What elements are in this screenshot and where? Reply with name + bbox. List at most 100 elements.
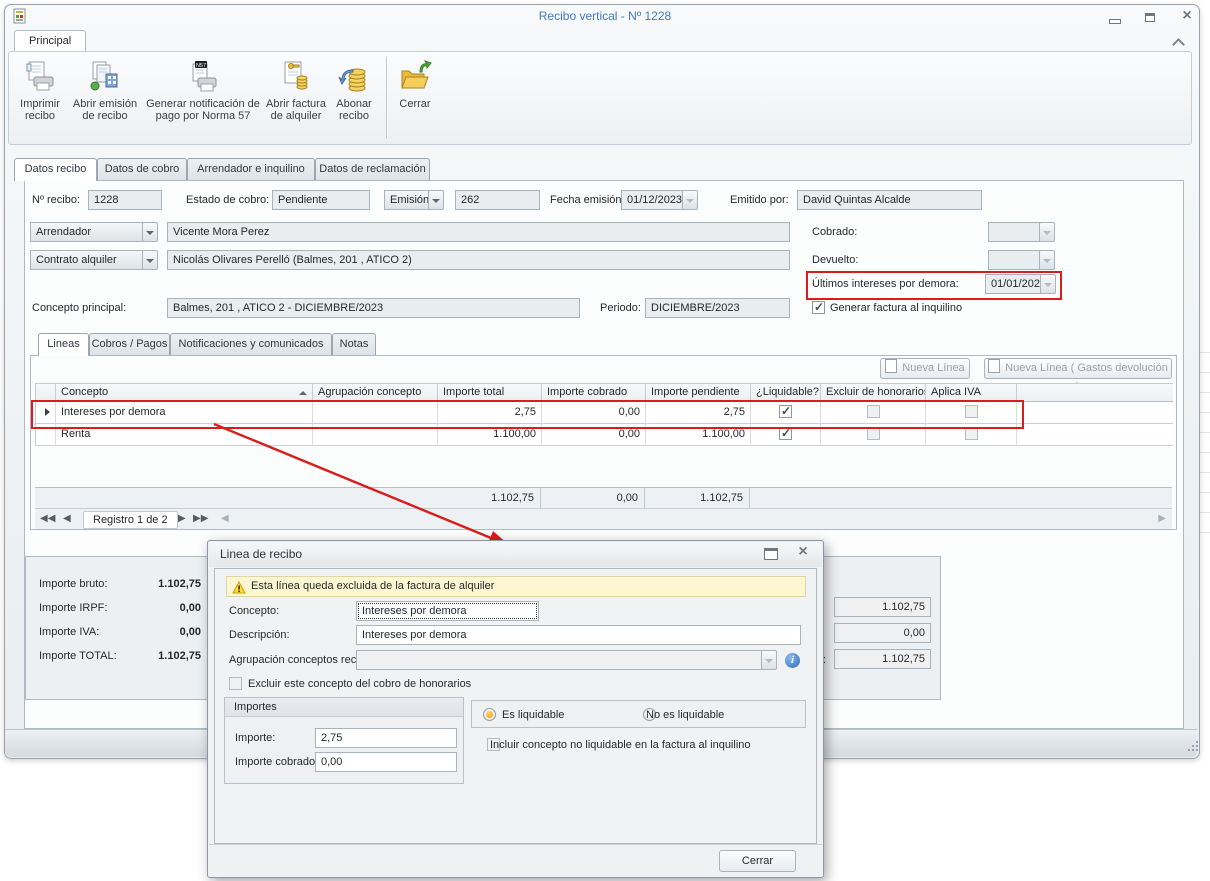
arrendador-field[interactable]: Vicente Mora Perez xyxy=(167,222,790,242)
estado-cobro-field[interactable]: Pendiente xyxy=(272,190,370,210)
cell-agrupacion[interactable] xyxy=(313,402,438,424)
dlg-descripcion-field[interactable]: Intereses por demora xyxy=(356,625,801,645)
header-cell-liquidable[interactable]: ¿Liquidable? xyxy=(751,383,821,402)
close-button[interactable] xyxy=(1176,8,1198,24)
ultimos-intereses-arrow[interactable] xyxy=(1040,274,1056,294)
liquidable-checkbox[interactable] xyxy=(779,427,792,440)
dialog-cerrar-button[interactable]: Cerrar xyxy=(719,850,796,872)
cobrado-arrow[interactable] xyxy=(1039,222,1055,242)
header-cell-excluir-honorarios[interactable]: Excluir de honorarios xyxy=(821,383,926,402)
aplica-iva-checkbox[interactable] xyxy=(965,427,978,440)
cell-importe-pendiente[interactable]: 2,75 xyxy=(646,402,751,424)
info-icon[interactable]: i xyxy=(785,653,800,668)
header-cell-aplica-iva[interactable]: Aplica IVA xyxy=(926,383,1017,402)
arrendador-combo-arrow[interactable] xyxy=(142,222,158,242)
contrato-field[interactable]: Nicolás Olivares Perelló (Balmes, 201 , … xyxy=(167,250,790,270)
dlg-agrupacion-arrow[interactable] xyxy=(761,650,777,670)
tab-datos-recibo[interactable]: Datos recibo xyxy=(14,158,97,181)
tab-notificaciones[interactable]: Notificaciones y comunicados xyxy=(170,333,332,355)
concepto-principal-field[interactable]: Balmes, 201 , ATICO 2 - DICIEMBRE/2023 xyxy=(167,298,580,318)
restore-button[interactable] xyxy=(1140,10,1162,26)
aplica-iva-checkbox[interactable] xyxy=(965,405,978,418)
header-label: Importe total xyxy=(443,384,504,401)
tab-lineas[interactable]: Lineas xyxy=(38,333,89,356)
grid-row-intereses[interactable]: Intereses por demora 2,75 0,00 2,75 xyxy=(35,402,1173,424)
ribbon-button-label: Cerrar xyxy=(393,98,437,110)
ribbon-button-label: Generar notificación de pago por Norma 5… xyxy=(145,98,261,122)
resize-grip[interactable] xyxy=(1188,749,1190,751)
scroll-right-icon[interactable]: ▶ xyxy=(1158,509,1166,529)
ribbon-button-abrir-factura[interactable]: Abrir factura de alquiler xyxy=(263,58,329,138)
header-cell-importe-total[interactable]: Importe total xyxy=(438,383,542,402)
contrato-combo-arrow[interactable] xyxy=(142,250,158,270)
emitido-por-field[interactable]: David Quintas Alcalde xyxy=(797,190,982,210)
liquidable-checkbox[interactable] xyxy=(779,405,792,418)
tab-notas[interactable]: Notas xyxy=(332,333,376,355)
importe-total-label: Importe TOTAL: xyxy=(39,646,117,666)
restore-icon xyxy=(1145,13,1155,22)
devuelto-field[interactable] xyxy=(988,250,1040,270)
nueva-linea-button[interactable]: Nueva Línea xyxy=(880,358,970,379)
fecha-emision-arrow[interactable] xyxy=(682,190,698,210)
dlg-agrupacion-combo[interactable] xyxy=(356,650,762,670)
cell-importe-total[interactable]: 2,75 xyxy=(438,402,542,424)
arrendador-combo[interactable]: Arrendador xyxy=(30,222,143,242)
dialog-titlebar[interactable]: Linea de recibo xyxy=(209,542,822,567)
excluir-honorarios-checkbox[interactable] xyxy=(867,427,880,440)
num-recibo-field[interactable]: 1228 xyxy=(88,190,162,210)
emision-numero-field[interactable]: 262 xyxy=(455,190,540,210)
es-liquidable-radio[interactable] xyxy=(483,708,496,721)
header-cell-importe-pendiente[interactable]: Importe pendiente xyxy=(646,383,751,402)
ribbon-button-imprimir-recibo[interactable]: Imprimir recibo xyxy=(17,58,63,138)
nav-first-icon[interactable]: ◀◀ xyxy=(40,509,55,529)
dlg-importe-field[interactable]: 2,75 xyxy=(315,728,457,748)
ultimos-intereses-field[interactable]: 01/01/2024 xyxy=(985,274,1041,294)
dialog-separator xyxy=(209,844,822,845)
tab-datos-reclamacion[interactable]: Datos de reclamación xyxy=(315,158,430,180)
nueva-linea-gastos-button[interactable]: Nueva Línea ( Gastos devolución ) xyxy=(984,358,1172,379)
tab-arrendador-inquilino[interactable]: Arrendador e inquilino xyxy=(187,158,315,180)
cell-concepto[interactable]: Intereses por demora xyxy=(56,402,313,424)
cell-importe-cobrado[interactable]: 0,00 xyxy=(542,424,646,446)
ribbon-button-abonar-recibo[interactable]: Abonar recibo xyxy=(331,58,377,138)
ribbon-button-cerrar[interactable]: Cerrar xyxy=(393,58,437,138)
tab-datos-de-cobro[interactable]: Datos de cobro xyxy=(97,158,187,180)
nav-prev-icon[interactable]: ◀ xyxy=(63,509,71,529)
fecha-emision-field[interactable]: 01/12/2023 xyxy=(621,190,683,210)
header-label: Importe cobrado xyxy=(547,384,627,401)
dlg-agrupacion-label: Agrupación conceptos recibo: xyxy=(229,650,374,670)
emision-combo[interactable]: Emisión xyxy=(384,190,429,210)
ribbon-tab-principal[interactable]: Principal xyxy=(14,30,86,53)
scroll-left-icon[interactable]: ◀ xyxy=(221,509,229,529)
contrato-combo[interactable]: Contrato alquiler xyxy=(30,250,143,270)
dlg-importe-cobrado-field[interactable]: 0,00 xyxy=(315,752,457,772)
cell-importe-total[interactable]: 1.100,00 xyxy=(438,424,542,446)
dlg-excluir-checkbox[interactable] xyxy=(229,677,242,690)
ribbon-button-norma57[interactable]: N57 Generar notificación de pago por Nor… xyxy=(145,58,261,138)
dlg-concepto-label: Concepto: xyxy=(229,601,279,621)
header-cell-concepto[interactable]: Concepto xyxy=(56,383,313,402)
ribbon-button-label: Abrir factura de alquiler xyxy=(263,98,329,122)
grid-row-renta[interactable]: Renta 1.100,00 0,00 1.100,00 xyxy=(35,424,1173,446)
dialog-restore-icon[interactable] xyxy=(764,548,778,560)
periodo-field[interactable]: DICIEMBRE/2023 xyxy=(645,298,790,318)
nav-next-icon[interactable]: ▶ xyxy=(178,509,186,529)
dlg-concepto-field[interactable]: Intereses por demora xyxy=(356,601,539,621)
cell-importe-pendiente[interactable]: 1.100,00 xyxy=(646,424,751,446)
cobrado-field[interactable] xyxy=(988,222,1040,242)
minimize-button[interactable] xyxy=(1104,10,1126,26)
dialog-close-icon[interactable] xyxy=(794,544,812,560)
devuelto-arrow[interactable] xyxy=(1039,250,1055,270)
tab-cobros-pagos[interactable]: Cobros / Pagos xyxy=(89,333,170,355)
header-cell-agrupacion[interactable]: Agrupación concepto xyxy=(313,383,438,402)
ribbon-button-abrir-emision[interactable]: Abrir emisión de recibo xyxy=(67,58,143,138)
cell-importe-cobrado[interactable]: 0,00 xyxy=(542,402,646,424)
generar-factura-checkbox[interactable] xyxy=(812,301,825,314)
cell-concepto[interactable]: Renta xyxy=(56,424,313,446)
excluir-honorarios-checkbox[interactable] xyxy=(867,405,880,418)
emision-combo-arrow[interactable] xyxy=(428,190,444,210)
header-cell-importe-cobrado[interactable]: Importe cobrado xyxy=(542,383,646,402)
svg-text:N57: N57 xyxy=(196,63,206,69)
cell-agrupacion[interactable] xyxy=(313,424,438,446)
nav-last-icon[interactable]: ▶▶ xyxy=(193,509,208,529)
